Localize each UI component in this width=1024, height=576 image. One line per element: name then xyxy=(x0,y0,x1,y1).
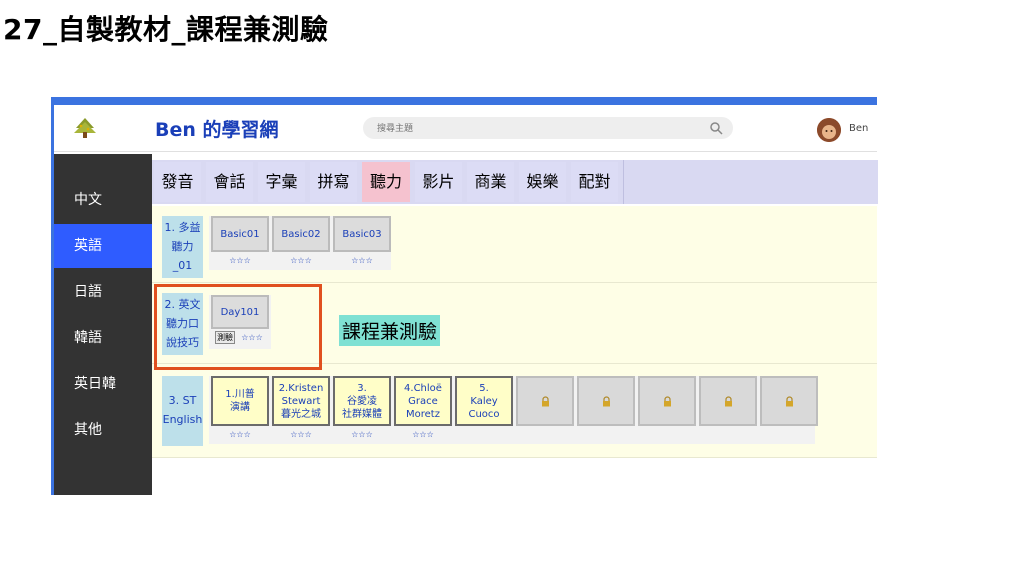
lock-icon xyxy=(602,395,610,406)
site-title[interactable]: Ben 的學習網 xyxy=(155,115,279,142)
tile-line: 暮光之城 xyxy=(281,408,321,420)
rating-stars: ☆☆☆ xyxy=(229,430,251,439)
row-label[interactable]: 1. 多益 聽力 _01 xyxy=(162,216,203,278)
tile-line: 谷愛凌 xyxy=(347,395,377,407)
header: Ben 的學習網 Ben xyxy=(54,105,877,152)
lesson-tile-chloe-moretz[interactable]: 4.Chloë Grace Moretz xyxy=(394,376,452,426)
highlight-box xyxy=(154,284,322,370)
sidebar-item-eng-jpn-kor[interactable]: 英日韓 xyxy=(54,362,152,406)
tile-line: Kaley xyxy=(470,395,498,407)
lesson-tile-basic03[interactable]: Basic03 xyxy=(333,216,391,252)
lesson-tile-eileen-gu[interactable]: 3. 谷愛凌 社群媒體 xyxy=(333,376,391,426)
tile-line: 社群媒體 xyxy=(342,408,382,420)
sidebar: 中文 英語 日語 韓語 英日韓 其他 xyxy=(54,154,152,495)
sidebar-item-korean[interactable]: 韓語 xyxy=(54,316,152,360)
rating-stars: ☆☆☆ xyxy=(229,256,251,265)
tab-pronunciation[interactable]: 發音 xyxy=(154,162,201,202)
lesson-tile-kristen-stewart[interactable]: 2.Kristen Stewart 暮光之城 xyxy=(272,376,330,426)
search-icon[interactable] xyxy=(709,121,723,135)
row-label-line: English xyxy=(162,413,203,426)
tile-line: Stewart xyxy=(281,395,321,407)
tile-line: Moretz xyxy=(406,408,440,420)
tab-business[interactable]: 商業 xyxy=(467,162,514,202)
tile-line: Grace xyxy=(408,395,438,407)
course-row-3: 3. ST English 1.川普 演講 ☆☆☆ 2.Kristen Stew… xyxy=(152,364,877,458)
sidebar-item-other[interactable]: 其他 xyxy=(54,408,152,452)
sidebar-item-english[interactable]: 英語 xyxy=(54,224,152,268)
rating-stars: ☆☆☆ xyxy=(351,256,373,265)
tree-logo-icon[interactable] xyxy=(72,117,98,139)
row-label[interactable]: 3. ST English xyxy=(162,376,203,446)
lock-icon xyxy=(785,395,793,406)
rating-stars: ☆☆☆ xyxy=(412,430,434,439)
tile-line: 1.川普 xyxy=(225,389,255,400)
lock-icon xyxy=(541,395,549,406)
sidebar-item-chinese[interactable]: 中文 xyxy=(54,178,152,222)
tile-line: 4.Chloë xyxy=(404,382,442,394)
tile-line: 5. xyxy=(479,382,489,394)
tab-entertainment[interactable]: 娛樂 xyxy=(519,162,566,202)
lesson-tile-kaley-cuoco[interactable]: 5. Kaley Cuoco xyxy=(455,376,513,426)
avatar-face-icon xyxy=(817,118,841,142)
rating-stars: ☆☆☆ xyxy=(351,430,373,439)
lesson-tile-basic01[interactable]: Basic01 xyxy=(211,216,269,252)
lock-icon xyxy=(663,395,671,406)
locked-tile[interactable] xyxy=(516,376,574,426)
slide-title: 27_自製教材_課程兼測驗 xyxy=(3,13,329,46)
row-label-line: _01 xyxy=(172,259,193,272)
tab-video[interactable]: 影片 xyxy=(415,162,462,202)
row-label-line: 3. ST xyxy=(168,394,197,407)
tabbar-filler xyxy=(623,160,878,204)
sidebar-item-japanese[interactable]: 日語 xyxy=(54,270,152,314)
tile-line: 3. xyxy=(357,382,367,394)
tab-vocabulary[interactable]: 字彙 xyxy=(258,162,305,202)
rating-stars: ☆☆☆ xyxy=(290,256,312,265)
tile-group: Basic01 ☆☆☆ Basic02 ☆☆☆ Basic03 ☆☆☆ xyxy=(209,216,391,270)
tab-matching[interactable]: 配對 xyxy=(571,162,618,202)
locked-tile[interactable] xyxy=(638,376,696,426)
tile-line: 演講 xyxy=(230,402,250,413)
user-avatar[interactable] xyxy=(817,118,841,142)
tile-group: 1.川普 演講 ☆☆☆ 2.Kristen Stewart 暮光之城 ☆☆☆ 3… xyxy=(209,376,818,444)
tab-listening[interactable]: 聽力 xyxy=(362,162,410,202)
lesson-tile-trump[interactable]: 1.川普 演講 xyxy=(211,376,269,426)
tab-conversation[interactable]: 會話 xyxy=(206,162,253,202)
category-tabs: 發音 會話 字彙 拼寫 聽力 影片 商業 娛樂 配對 xyxy=(152,160,878,204)
locked-tile[interactable] xyxy=(577,376,635,426)
row-label-line: 1. 多益 xyxy=(164,221,201,234)
course-row-1: 1. 多益 聽力 _01 Basic01 ☆☆☆ Basic02 ☆☆☆ Bas… xyxy=(152,206,877,283)
tile-line: 2.Kristen xyxy=(278,382,324,394)
search-input[interactable] xyxy=(375,117,699,141)
top-accent-bar xyxy=(51,97,877,105)
locked-tile[interactable] xyxy=(760,376,818,426)
lesson-tile-basic02[interactable]: Basic02 xyxy=(272,216,330,252)
annotation-label: 課程兼測驗 xyxy=(339,315,441,346)
tile-line: Cuoco xyxy=(468,408,500,420)
locked-tile[interactable] xyxy=(699,376,757,426)
row-label-line: 聽力 xyxy=(171,240,194,253)
rating-stars: ☆☆☆ xyxy=(290,430,312,439)
username[interactable]: Ben xyxy=(849,123,868,134)
tab-spelling[interactable]: 拼寫 xyxy=(310,162,357,202)
lock-icon xyxy=(724,395,732,406)
search-bar xyxy=(363,117,733,141)
